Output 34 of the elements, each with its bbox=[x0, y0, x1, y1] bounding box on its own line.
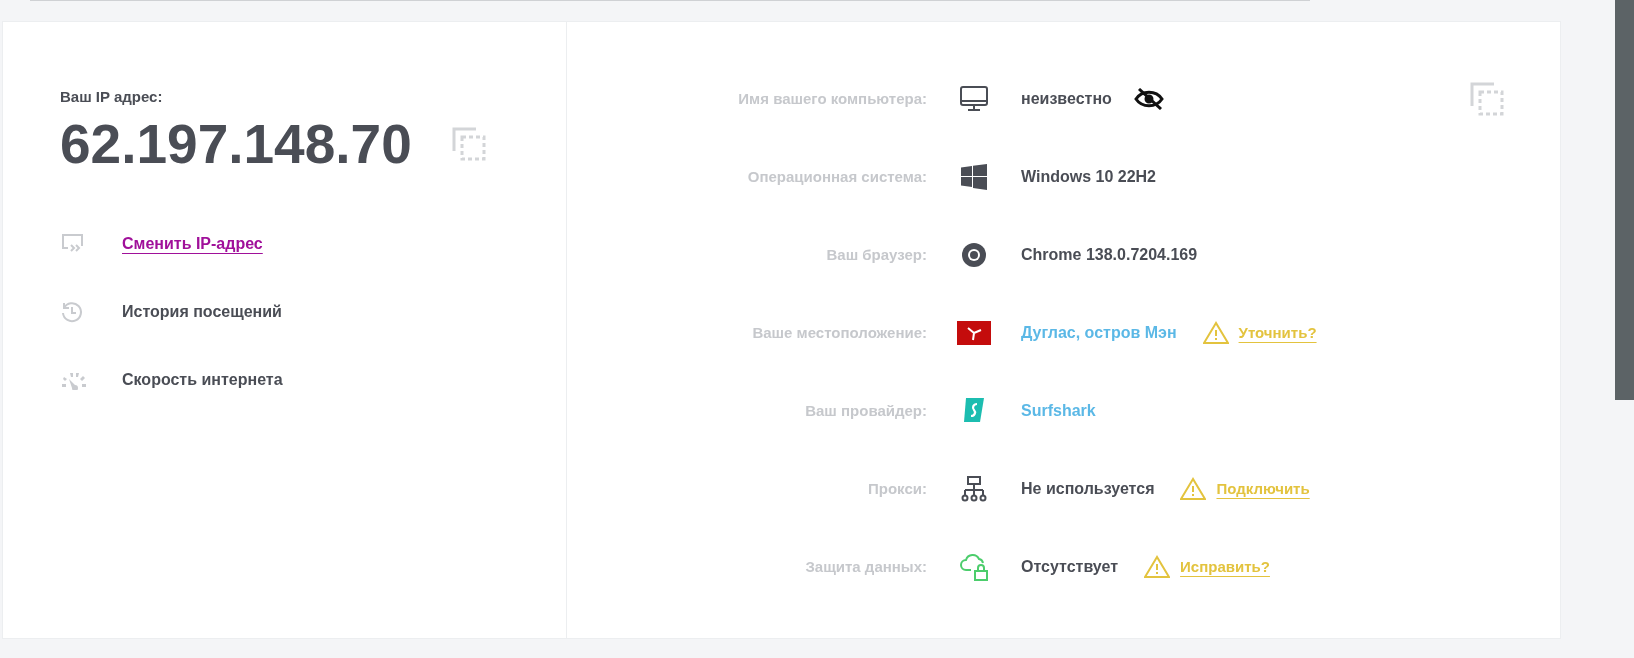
info-value: Chrome 138.0.7204.169 bbox=[1021, 245, 1198, 265]
menu-link[interactable]: История посещений bbox=[122, 299, 282, 324]
info-label: Ваше местоположение: bbox=[751, 322, 927, 343]
history-icon bbox=[60, 299, 84, 324]
warning-icon bbox=[1202, 321, 1229, 345]
change-ip-link[interactable]: Сменить IP-адрес bbox=[122, 231, 263, 256]
info-value-link[interactable]: Surfshark bbox=[1021, 399, 1096, 423]
copy-icon[interactable] bbox=[1470, 82, 1504, 116]
info-value: Отсутствует bbox=[1021, 557, 1119, 577]
info-label: Ваш провайдер: bbox=[804, 400, 927, 421]
info-value: Не используется bbox=[1021, 479, 1155, 499]
menu-link[interactable]: Скорость интернета bbox=[122, 367, 283, 392]
copy-icon[interactable] bbox=[451, 127, 486, 161]
info-value: Windows 10 22H2 bbox=[1021, 167, 1156, 187]
ip-address: 62.197.148.70 bbox=[60, 116, 412, 172]
network-tree-icon bbox=[961, 476, 987, 502]
info-label: Прокси: bbox=[867, 478, 927, 499]
warning-link[interactable]: Подключить bbox=[1216, 477, 1310, 501]
cloud-lock-icon bbox=[959, 553, 989, 581]
warning-link[interactable]: Исправить? bbox=[1180, 555, 1270, 579]
info-label: Ваш браузер: bbox=[825, 244, 927, 265]
info-value-link[interactable]: Дуглас, остров Мэн bbox=[1021, 321, 1177, 345]
flag-icon bbox=[957, 321, 991, 345]
warning-icon bbox=[1144, 555, 1171, 579]
warning-icon bbox=[1180, 477, 1207, 501]
warning-link[interactable]: Уточнить? bbox=[1238, 321, 1317, 345]
windows-logo-icon bbox=[961, 164, 987, 190]
info-label: Операционная система: bbox=[746, 166, 927, 187]
monitor-icon bbox=[960, 86, 988, 112]
info-label: Имя вашего компьютера: bbox=[737, 88, 927, 109]
info-value: неизвестно bbox=[1021, 89, 1112, 109]
info-label: Защита данных: bbox=[804, 556, 927, 577]
ip-label: Ваш IP адрес: bbox=[60, 87, 164, 107]
browser-logo-icon bbox=[961, 242, 987, 268]
